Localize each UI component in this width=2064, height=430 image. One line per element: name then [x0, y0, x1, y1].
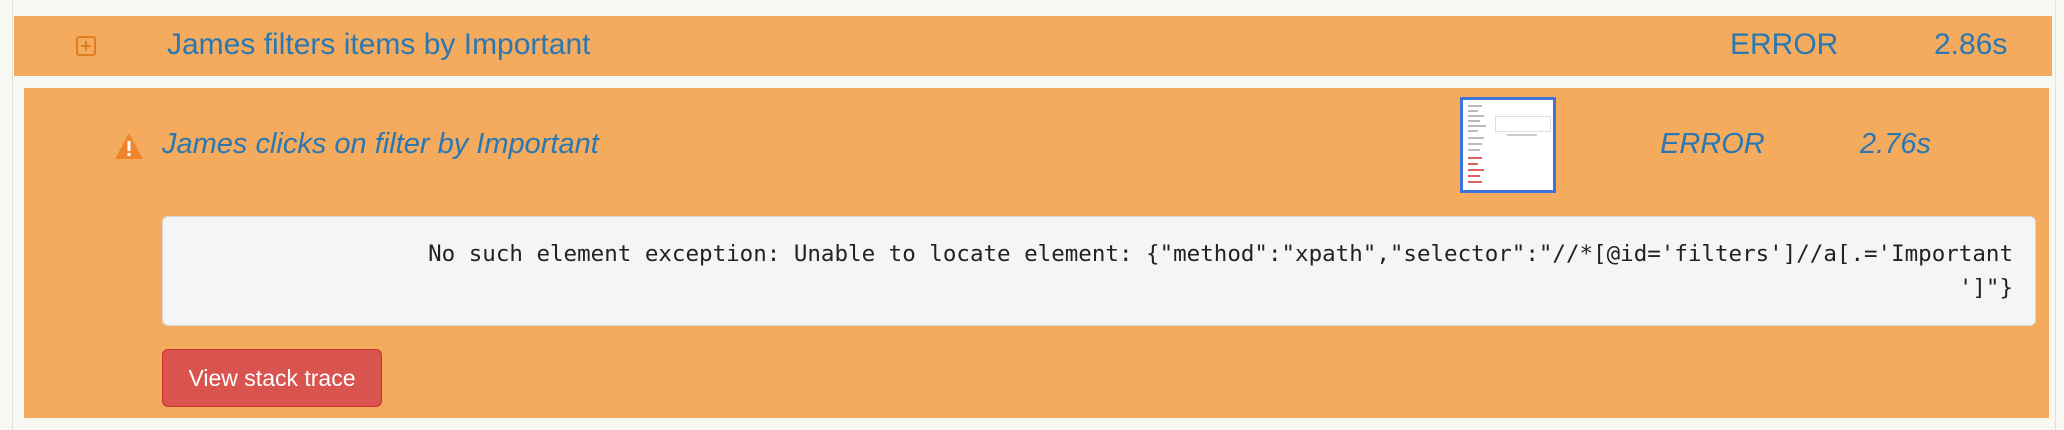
- substep-duration: 2.76s: [1860, 128, 1931, 160]
- step-title[interactable]: James filters items by Important: [167, 28, 590, 62]
- warning-icon: [115, 133, 143, 159]
- thumbnail-sidebar: [1466, 103, 1488, 187]
- view-stack-trace-button[interactable]: View stack trace: [162, 349, 382, 407]
- step-row[interactable]: James filters items by Important ERROR 2…: [14, 16, 2052, 76]
- thumbnail-line: [1507, 134, 1537, 136]
- substep-panel: James clicks on filter by Important ERRO…: [24, 88, 2049, 418]
- error-message-line-1: No such element exception: Unable to loc…: [428, 241, 2013, 267]
- error-message-line-2: ']"}: [1958, 275, 2013, 301]
- step-result: ERROR: [1730, 28, 1839, 61]
- substep-result: ERROR: [1660, 128, 1765, 160]
- step-duration: 2.86s: [1934, 28, 2008, 61]
- expand-plus-icon[interactable]: [76, 36, 96, 56]
- screenshot-thumbnail[interactable]: [1460, 97, 1556, 193]
- thumbnail-content: [1495, 116, 1551, 132]
- substep-title[interactable]: James clicks on filter by Important: [162, 128, 599, 161]
- error-message-box: No such element exception: Unable to loc…: [162, 216, 2036, 326]
